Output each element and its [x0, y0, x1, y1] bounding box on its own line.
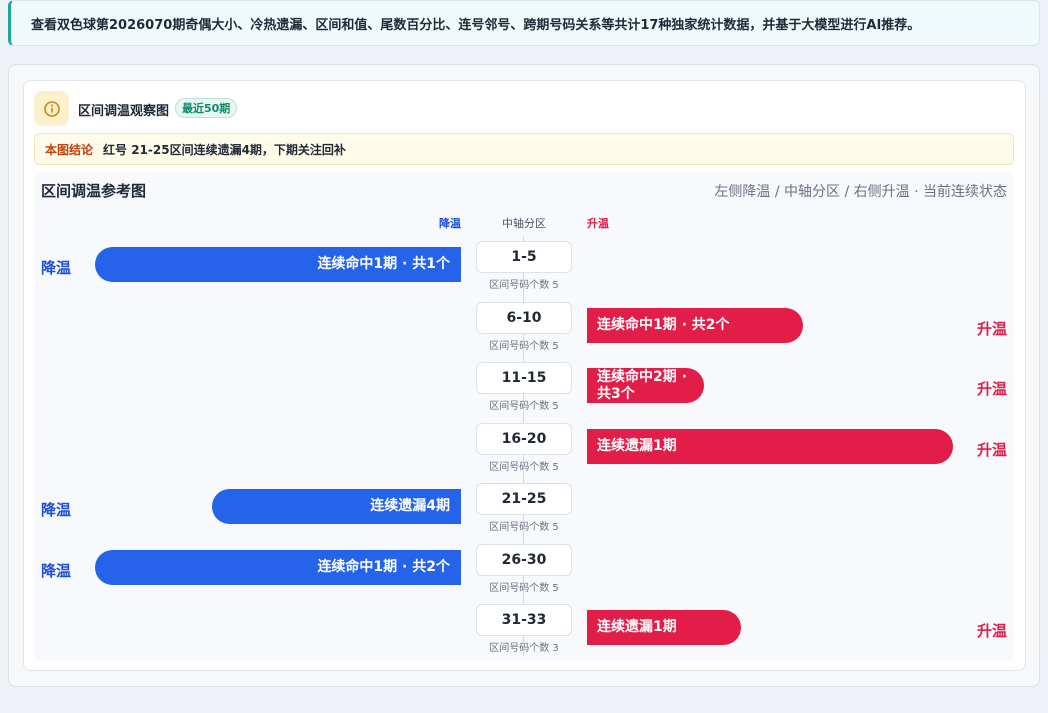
zone-label: 1-5 [476, 241, 572, 273]
warming-bar: 连续遗漏1期 [587, 429, 953, 464]
bar-text: 连续遗漏1期 [597, 619, 677, 635]
zone-count: 区间号码个数 3 [489, 643, 559, 654]
bar-text: 连续遗漏1期 [597, 438, 677, 454]
zone-count: 区间号码个数 5 [489, 583, 559, 594]
bar-text: 连续命中1期 · 共1个 [317, 256, 450, 272]
zone-row: 1-5 区间号码个数 5 连续命中1期 · 共1个 降温 [0, 241, 1048, 299]
card-title: 区间调温观察图 [78, 104, 170, 119]
warming-bar: 连续命中1期 · 共2个 [587, 308, 803, 343]
side-label-warm: 升温 [976, 441, 1007, 459]
side-label-warm: 升温 [976, 380, 1007, 398]
panel-title: 区间调温参考图 [41, 182, 147, 200]
zone-count: 区间号码个数 5 [489, 522, 559, 533]
zone-row: 11-15 区间号码个数 5 连续命中2期 · 共3个 升温 [0, 362, 1048, 420]
bar-text: 连续遗漏4期 [370, 498, 450, 514]
zone-row: 26-30 区间号码个数 5 连续命中1期 · 共2个 降温 [0, 544, 1048, 602]
conclusion-box: 本图结论 红号 21-25区间连续遗漏4期，下期关注回补 [34, 133, 1014, 165]
side-label-cool: 降温 [41, 501, 72, 519]
zone-label: 16-20 [476, 423, 572, 455]
warming-bar: 连续遗漏1期 [587, 610, 741, 645]
bar-text: 连续命中1期 · 共2个 [597, 317, 730, 333]
side-label-cool: 降温 [41, 259, 72, 277]
notice-text: 查看双色球第2026070期奇偶大小、冷热遗漏、区间和值、尾数百分比、连号邻号、… [31, 17, 921, 33]
zone-row: 31-33 区间号码个数 3 连续遗漏1期 升温 [0, 604, 1048, 662]
info-icon [34, 91, 69, 126]
zone-label: 6-10 [476, 302, 572, 334]
zone-count: 区间号码个数 5 [489, 401, 559, 412]
zone-label: 31-33 [476, 604, 572, 636]
conclusion-text: 红号 21-25区间连续遗漏4期，下期关注回补 [103, 142, 346, 157]
zone-label: 21-25 [476, 483, 572, 515]
column-header-axis: 中轴分区 [502, 217, 546, 230]
zone-label: 11-15 [476, 362, 572, 394]
zone-count: 区间号码个数 5 [489, 280, 559, 291]
side-label-warm: 升温 [976, 320, 1007, 338]
notice-banner: 查看双色球第2026070期奇偶大小、冷热遗漏、区间和值、尾数百分比、连号邻号、… [8, 0, 1040, 46]
zone-row: 16-20 区间号码个数 5 连续遗漏1期 升温 [0, 423, 1048, 481]
period-badge: 最近50期 [175, 98, 238, 118]
panel-subtitle: 左侧降温 / 中轴分区 / 右侧升温 · 当前连续状态 [714, 184, 1007, 200]
side-label-warm: 升温 [976, 622, 1007, 640]
side-label-cool: 降温 [41, 562, 72, 580]
cooling-bar: 连续遗漏4期 [212, 489, 461, 524]
cooling-bar: 连续命中1期 · 共2个 [95, 550, 461, 585]
column-header-warm: 升温 [587, 217, 609, 230]
column-header-cool: 降温 [439, 217, 461, 230]
zone-count: 区间号码个数 5 [489, 341, 559, 352]
zone-count: 区间号码个数 5 [489, 462, 559, 473]
bar-text: 连续命中2期 · 共3个 [597, 368, 687, 402]
conclusion-label: 本图结论 [45, 142, 94, 157]
zone-row: 21-25 区间号码个数 5 连续遗漏4期 降温 [0, 483, 1048, 541]
zone-label: 26-30 [476, 544, 572, 576]
warming-bar: 连续命中2期 · 共3个 [587, 368, 704, 403]
cooling-bar: 连续命中1期 · 共1个 [95, 247, 461, 282]
zone-row: 6-10 区间号码个数 5 连续命中1期 · 共2个 升温 [0, 302, 1048, 360]
bar-text: 连续命中1期 · 共2个 [317, 559, 450, 575]
